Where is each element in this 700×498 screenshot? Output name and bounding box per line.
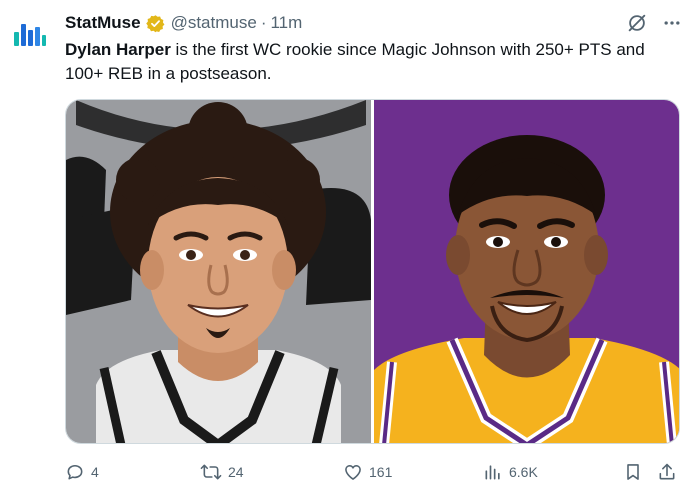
author-avatar[interactable] (10, 14, 50, 54)
statmuse-logo (14, 24, 46, 46)
tweet-actions: 4 24 161 6.6K (65, 458, 685, 486)
views-button[interactable]: 6.6K (483, 458, 538, 486)
author-handle[interactable]: @statmuse (171, 13, 257, 33)
reply-button[interactable]: 4 (65, 458, 99, 486)
bookmark-icon (623, 462, 643, 482)
like-icon (343, 462, 363, 482)
more-icon[interactable] (662, 13, 682, 33)
retweet-button[interactable]: 24 (200, 458, 244, 486)
like-count: 161 (369, 464, 393, 480)
author-name[interactable]: StatMuse (65, 13, 141, 33)
verified-badge-icon[interactable] (145, 14, 165, 33)
reply-icon (65, 462, 85, 482)
media-image-right[interactable] (374, 100, 679, 443)
tweet-time[interactable]: 11m (270, 13, 302, 33)
share-icon (657, 462, 677, 482)
magic-johnson-illustration (374, 135, 679, 443)
tweet-header: StatMuse @statmuse · 11m (65, 10, 302, 36)
grok-icon[interactable] (626, 12, 648, 34)
views-icon (483, 462, 503, 482)
tweet-top-actions (626, 12, 682, 34)
retweet-icon (200, 462, 222, 482)
share-button[interactable] (657, 458, 683, 486)
tweet-media[interactable] (65, 99, 680, 444)
header-separator: · (260, 13, 267, 32)
media-image-left[interactable] (66, 100, 371, 443)
reply-count: 4 (91, 464, 99, 480)
bookmark-button[interactable] (623, 458, 649, 486)
retweet-count: 24 (228, 464, 244, 480)
tweet-text-bold: Dylan Harper (65, 40, 171, 59)
like-button[interactable]: 161 (343, 458, 392, 486)
views-count: 6.6K (509, 464, 538, 480)
dylan-harper-illustration (66, 100, 371, 443)
tweet-text: Dylan Harper is the first WC rookie sinc… (65, 38, 675, 86)
